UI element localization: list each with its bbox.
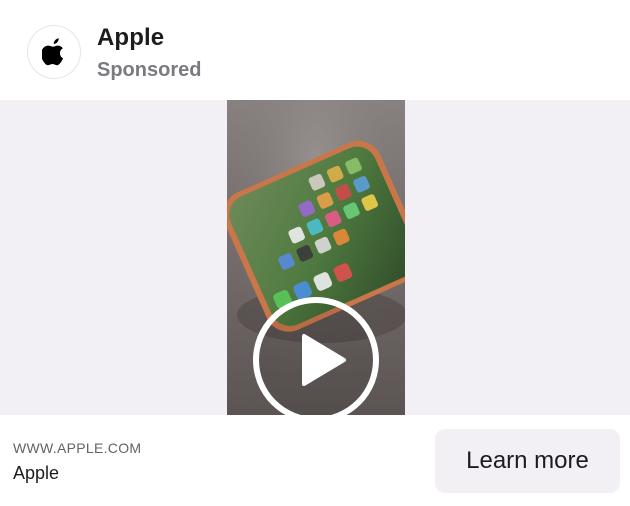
advertiser-name[interactable]: Apple [97,24,164,52]
sponsored-label: Sponsored [97,59,202,81]
sponsored-ad-card: Apple Sponsored WWW.APPLE.COM Apple Lear… [0,0,630,506]
play-button[interactable] [252,296,380,424]
learn-more-button[interactable]: Learn more [435,429,620,493]
advertiser-avatar[interactable] [27,25,81,79]
ad-header: Apple Sponsored [0,0,630,100]
link-domain: WWW.APPLE.COM [13,440,142,456]
link-headline: Apple [13,463,60,483]
apple-logo-icon [42,38,64,66]
ad-footer: WWW.APPLE.COM Apple Learn more [0,415,630,506]
ad-media [0,100,630,423]
